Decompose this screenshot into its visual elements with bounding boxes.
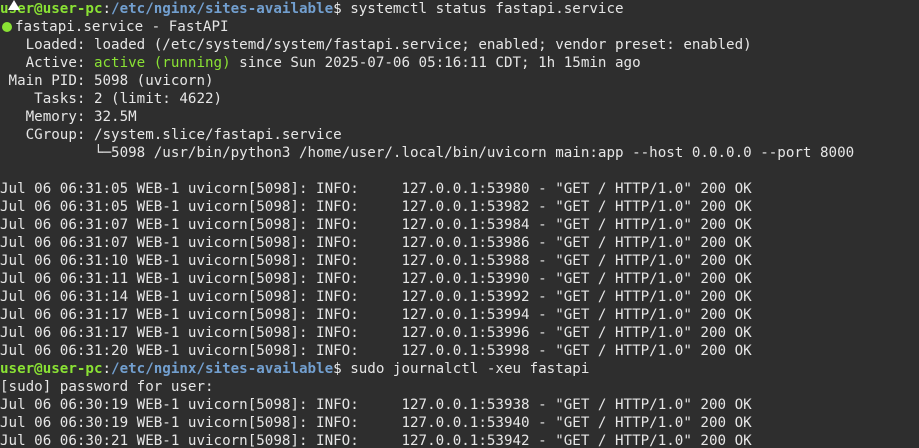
sudo-password-prompt[interactable]: [sudo] password for user:: [0, 378, 919, 396]
log-line: Jul 06 06:31:05 WEB-1 uvicorn[5098]: INF…: [0, 181, 752, 197]
loaded-line: Loaded: loaded (/etc/systemd/system/fast…: [0, 37, 752, 53]
log-line: Jul 06 06:30:19 WEB-1 uvicorn[5098]: INF…: [0, 397, 752, 413]
status-dot-icon: [2, 22, 12, 32]
prompt-path: /etc/nginx/sites-available: [111, 361, 334, 377]
prompt-line: user@user-pc:/etc/nginx/sites-available$…: [0, 360, 919, 378]
log-line: Jul 06 06:31:20 WEB-1 uvicorn[5098]: INF…: [0, 343, 752, 359]
log-line: Jul 06 06:31:05 WEB-1 uvicorn[5098]: INF…: [0, 199, 752, 215]
command-text: systemctl status fastapi.service: [341, 1, 624, 17]
service-title: fastapi.service - FastAPI: [15, 19, 229, 35]
mouse-pointer-icon: [8, 0, 20, 10]
log-line: Jul 06 06:31:10 WEB-1 uvicorn[5098]: INF…: [0, 253, 752, 269]
prompt-separator: :: [102, 361, 112, 377]
prompt-separator: :: [102, 1, 112, 17]
log-line: Jul 06 06:31:11 WEB-1 uvicorn[5098]: INF…: [0, 271, 752, 287]
prompt-dollar: $: [333, 361, 342, 377]
prompt-line: user@user-pc:/etc/nginx/sites-available$…: [0, 0, 919, 18]
active-label: Active:: [0, 55, 94, 71]
log-line: Jul 06 06:30:19 WEB-1 uvicorn[5098]: INF…: [0, 415, 752, 431]
active-state: active (running): [93, 55, 231, 71]
log-line: Jul 06 06:31:17 WEB-1 uvicorn[5098]: INF…: [0, 307, 752, 323]
log-line: Jul 06 06:31:14 WEB-1 uvicorn[5098]: INF…: [0, 289, 752, 305]
active-line: Active: active (running) since Sun 2025-…: [0, 54, 919, 72]
cgroup-line: CGroup: /system.slice/fastapi.service: [0, 127, 342, 143]
service-title-line: fastapi.service - FastAPI: [0, 18, 919, 36]
prompt-path: /etc/nginx/sites-available: [111, 1, 334, 17]
prompt-userhost: user@user-pc: [0, 361, 103, 377]
memory-line: Memory: 32.5M: [0, 109, 137, 125]
active-since: since Sun 2025-07-06 05:16:11 CDT; 1h 15…: [230, 55, 641, 71]
log-line: Jul 06 06:30:21 WEB-1 uvicorn[5098]: INF…: [0, 433, 752, 448]
terminal-window[interactable]: user@user-pc:/etc/nginx/sites-available$…: [0, 0, 919, 448]
main-pid-line: Main PID: 5098 (uvicorn): [0, 73, 214, 89]
command-text: sudo journalctl -xeu fastapi: [341, 361, 590, 377]
tasks-line: Tasks: 2 (limit: 4622): [0, 91, 223, 107]
prompt-dollar: $: [333, 1, 342, 17]
log-line: Jul 06 06:31:17 WEB-1 uvicorn[5098]: INF…: [0, 325, 752, 341]
cgroup-child-line: └─5098 /usr/bin/python3 /home/user/.loca…: [0, 145, 855, 161]
log-line: Jul 06 06:31:07 WEB-1 uvicorn[5098]: INF…: [0, 235, 752, 251]
log-line: Jul 06 06:31:07 WEB-1 uvicorn[5098]: INF…: [0, 217, 752, 233]
terminal-output: user@user-pc:/etc/nginx/sites-available$…: [0, 0, 919, 448]
